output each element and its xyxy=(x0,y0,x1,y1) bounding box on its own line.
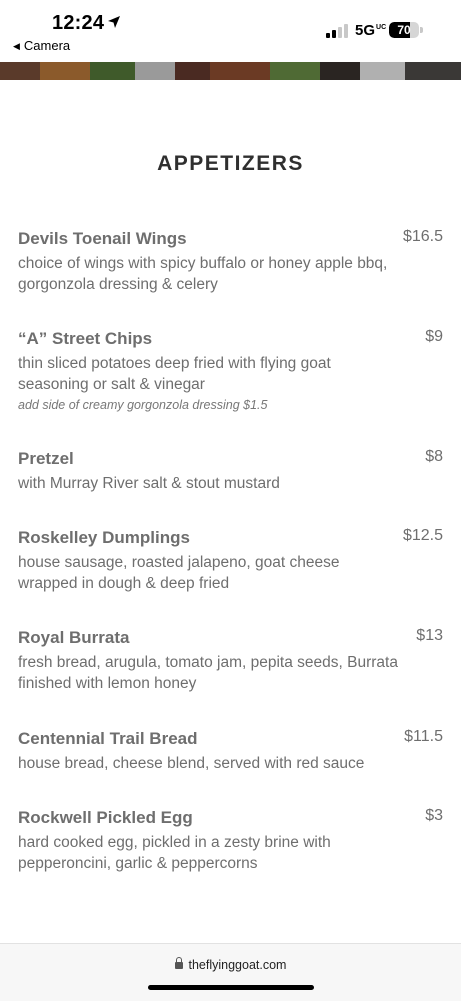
network-suffix: UC xyxy=(376,24,387,31)
browser-address-bar[interactable]: theflyinggoat.com xyxy=(0,943,461,1001)
location-arrow-icon xyxy=(108,16,120,28)
item-price: $11.5 xyxy=(404,728,443,745)
item-price: $8 xyxy=(425,448,443,465)
item-name: Centennial Trail Bread xyxy=(18,729,198,748)
item-price: $13 xyxy=(416,627,443,644)
section-title: APPETIZERS xyxy=(157,152,304,175)
item-description-text: thin sliced potatoes deep fried with fly… xyxy=(18,355,331,393)
status-bar: 12:24 ◀ Camera 5GUC 70 xyxy=(0,0,461,62)
item-name: Devils Toenail Wings xyxy=(18,229,187,248)
url-text: theflyinggoat.com xyxy=(188,958,287,972)
battery-percent: 70 xyxy=(397,23,411,37)
network-label: 5G xyxy=(355,22,376,39)
item-name: Roskelley Dumplings xyxy=(18,528,190,547)
home-indicator[interactable] xyxy=(148,985,314,990)
item-description: house sausage, roasted jalapeno, goat ch… xyxy=(18,554,340,592)
item-description: house bread, cheese blend, served with r… xyxy=(18,755,365,772)
network-type: 5GUC xyxy=(355,22,386,39)
item-description: thin sliced potatoes deep fried with fly… xyxy=(18,354,398,415)
item-price: $12.5 xyxy=(402,527,443,544)
back-to-app-label: Camera xyxy=(23,38,71,53)
item-description: hard cooked egg, pickled in a zesty brin… xyxy=(18,834,331,872)
item-note: add side of creamy gorgonzola dressing $… xyxy=(18,398,268,412)
item-name: Royal Burrata xyxy=(18,628,130,647)
item-description: with Murray River salt & stout mustard xyxy=(18,475,280,492)
item-description: choice of wings with spicy buffalo or ho… xyxy=(18,255,388,293)
back-triangle-icon: ◀ xyxy=(13,41,20,51)
status-time: 12:24 xyxy=(52,12,105,34)
item-price: $9 xyxy=(425,328,443,345)
lock-icon xyxy=(174,957,183,969)
item-name: Rockwell Pickled Egg xyxy=(18,808,193,827)
back-to-app-link[interactable]: ◀ Camera xyxy=(13,38,70,53)
item-description: fresh bread, arugula, tomato jam, pepita… xyxy=(18,654,398,692)
url-display[interactable]: theflyinggoat.com xyxy=(0,957,461,972)
cellular-signal-icon xyxy=(326,24,348,38)
item-name: Pretzel xyxy=(18,449,74,468)
item-name: “A” Street Chips xyxy=(18,329,153,348)
item-price: $16.5 xyxy=(402,228,443,245)
battery-nub xyxy=(420,27,423,33)
item-price: $3 xyxy=(425,807,443,824)
battery-icon: 70 xyxy=(389,22,419,38)
hero-image xyxy=(0,62,461,80)
